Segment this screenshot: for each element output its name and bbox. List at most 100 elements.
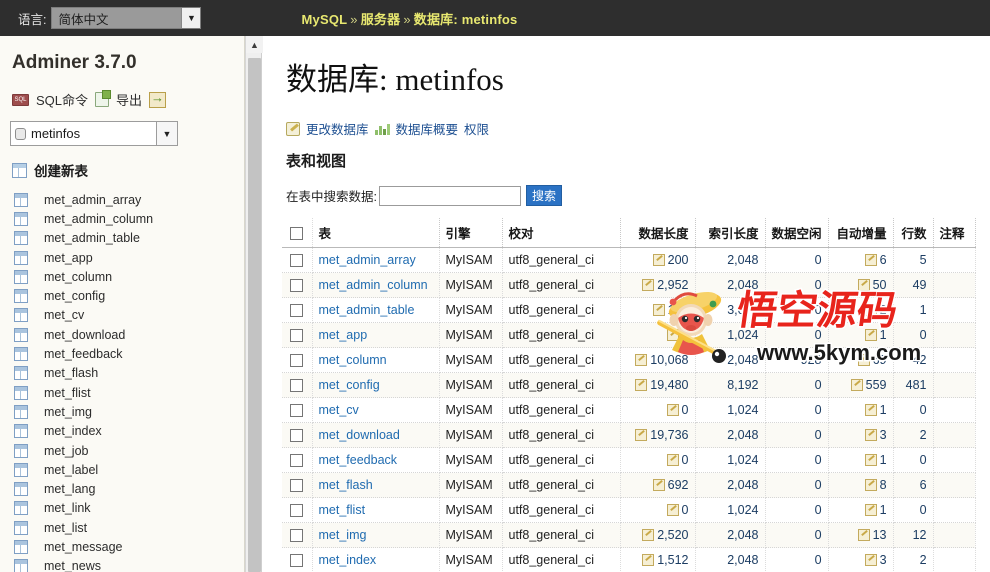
table-name-link[interactable]: met_admin_column (319, 278, 428, 292)
table-row[interactable]: met_cv MyISAM utf8_general_ci 0 1,024 0 1 0 (282, 397, 976, 423)
table-name-link[interactable]: met_column (319, 353, 387, 367)
sidebar-table-item[interactable]: met_flist (0, 383, 244, 402)
table-name-cell[interactable]: met_index (312, 547, 440, 572)
table-name-cell[interactable]: met_download (312, 422, 440, 448)
sidebar-table-item[interactable]: met_news (0, 557, 244, 572)
sidebar-table-item[interactable]: met_flash (0, 364, 244, 383)
table-name-link[interactable]: met_flash (319, 478, 373, 492)
row-checkbox[interactable] (290, 504, 304, 518)
column-header-collation[interactable]: 校对 (502, 218, 621, 248)
row-select-cell[interactable] (282, 297, 313, 323)
alter-database-link[interactable]: 更改数据库 (306, 119, 369, 138)
export-link[interactable]: 导出 (116, 90, 142, 109)
search-button[interactable]: 搜索 (525, 185, 562, 206)
row-checkbox[interactable] (290, 429, 304, 443)
table-name-cell[interactable]: met_admin_array (312, 247, 440, 273)
table-row[interactable]: met_index MyISAM utf8_general_ci 1,512 2,048… (282, 547, 976, 572)
row-checkbox[interactable] (290, 404, 304, 418)
row-select-cell[interactable] (282, 497, 313, 523)
table-row[interactable]: met_flash MyISAM utf8_general_ci 692 2,048 0 8… (282, 472, 976, 498)
row-checkbox[interactable] (290, 379, 304, 393)
column-header-comment[interactable]: 注释 (933, 218, 976, 248)
sidebar-table-item[interactable]: met_download (0, 325, 244, 344)
column-header-data-length[interactable]: 数据长度 (620, 218, 696, 248)
row-select-cell[interactable] (282, 372, 313, 398)
logout-icon[interactable] (149, 90, 167, 108)
language-select[interactable]: 简体中文 ▼ (51, 7, 202, 29)
row-checkbox[interactable] (290, 479, 304, 493)
sidebar-table-item[interactable]: met_message (0, 537, 244, 556)
sidebar-table-item[interactable]: met_index (0, 422, 244, 441)
table-row[interactable]: met_admin_column MyISAM utf8_general_ci 2,9… (282, 272, 976, 298)
sidebar-table-item[interactable]: met_cv (0, 306, 244, 325)
table-name-cell[interactable]: met_app (312, 322, 440, 348)
database-schema-link[interactable]: 数据库概要 (396, 119, 459, 138)
column-header-data-free[interactable]: 数据空闲 (765, 218, 829, 248)
table-row[interactable]: met_flist MyISAM utf8_general_ci 0 1,024 0 1 0 (282, 497, 976, 523)
row-checkbox[interactable] (290, 354, 304, 368)
table-name-link[interactable]: met_admin_table (319, 303, 415, 317)
table-name-link[interactable]: met_admin_array (319, 253, 416, 267)
table-name-cell[interactable]: met_config (312, 372, 440, 398)
row-select-cell[interactable] (282, 472, 313, 498)
column-header-rows[interactable]: 行数 (893, 218, 934, 248)
column-header-engine[interactable]: 引擎 (439, 218, 503, 248)
row-checkbox[interactable] (290, 254, 304, 268)
table-name-cell[interactable]: met_column (312, 347, 440, 373)
table-name-link[interactable]: met_img (319, 528, 367, 542)
column-header-index-length[interactable]: 索引长度 (695, 218, 766, 248)
sidebar-scrollbar[interactable]: ▲ (245, 36, 263, 572)
table-row[interactable]: met_app MyISAM utf8_general_ci 0 1,024 0 1 0 (282, 322, 976, 348)
row-checkbox[interactable] (290, 529, 304, 543)
search-input[interactable] (378, 185, 521, 206)
row-checkbox[interactable] (290, 279, 304, 293)
breadcrumb-item-database[interactable]: 数据库: metinfos (414, 12, 518, 27)
column-header-name[interactable]: 表 (312, 218, 440, 248)
sql-command-link[interactable]: SQL命令 (36, 90, 88, 109)
table-row[interactable]: met_admin_array MyISAM utf8_general_ci 200 2… (282, 247, 976, 273)
breadcrumb-item-mysql[interactable]: MySQL (301, 12, 347, 27)
table-name-cell[interactable]: met_cv (312, 397, 440, 423)
sidebar-table-item[interactable]: met_admin_column (0, 209, 244, 228)
row-checkbox[interactable] (290, 304, 304, 318)
select-all-header[interactable] (282, 218, 313, 248)
table-name-cell[interactable]: met_flist (312, 497, 440, 523)
select-all-checkbox[interactable] (290, 226, 304, 240)
table-name-link[interactable]: met_config (319, 378, 380, 392)
sidebar-table-item[interactable]: met_config (0, 286, 244, 305)
sidebar-table-item[interactable]: met_label (0, 460, 244, 479)
row-select-cell[interactable] (282, 547, 313, 572)
sidebar-table-item[interactable]: met_lang (0, 479, 244, 498)
row-select-cell[interactable] (282, 272, 313, 298)
row-checkbox[interactable] (290, 329, 304, 343)
privileges-link[interactable]: 权限 (464, 119, 489, 138)
table-name-link[interactable]: met_feedback (319, 453, 398, 467)
table-name-link[interactable]: met_index (319, 553, 377, 567)
table-name-link[interactable]: met_cv (319, 403, 359, 417)
table-name-cell[interactable]: met_img (312, 522, 440, 548)
database-select[interactable]: metinfos ▼ (10, 121, 178, 146)
sidebar-table-item[interactable]: met_img (0, 402, 244, 421)
table-name-cell[interactable]: met_admin_table (312, 297, 440, 323)
column-header-auto-increment[interactable]: 自动增量 (828, 218, 894, 248)
table-name-cell[interactable]: met_flash (312, 472, 440, 498)
sidebar-table-item[interactable]: met_column (0, 267, 244, 286)
sidebar-table-item[interactable]: met_list (0, 518, 244, 537)
table-row[interactable]: met_feedback MyISAM utf8_general_ci 0 1,024 0… (282, 447, 976, 473)
row-checkbox[interactable] (290, 554, 304, 568)
table-name-link[interactable]: met_app (319, 328, 368, 342)
table-row[interactable]: met_download MyISAM utf8_general_ci 19,736 2… (282, 422, 976, 448)
row-select-cell[interactable] (282, 397, 313, 423)
table-name-link[interactable]: met_flist (319, 503, 366, 517)
table-name-cell[interactable]: met_feedback (312, 447, 440, 473)
breadcrumb-item-server[interactable]: 服务器 (361, 12, 401, 27)
sidebar-table-item[interactable]: met_app (0, 248, 244, 267)
row-checkbox[interactable] (290, 454, 304, 468)
row-select-cell[interactable] (282, 322, 313, 348)
sidebar-table-item[interactable]: met_admin_array (0, 190, 244, 209)
table-row[interactable]: met_admin_table MyISAM utf8_general_ci 152 3… (282, 297, 976, 323)
row-select-cell[interactable] (282, 347, 313, 373)
sidebar-table-item[interactable]: met_admin_table (0, 229, 244, 248)
scrollbar-thumb[interactable] (248, 58, 261, 572)
table-row[interactable]: met_column MyISAM utf8_general_ci 10,068 2,0… (282, 347, 976, 373)
